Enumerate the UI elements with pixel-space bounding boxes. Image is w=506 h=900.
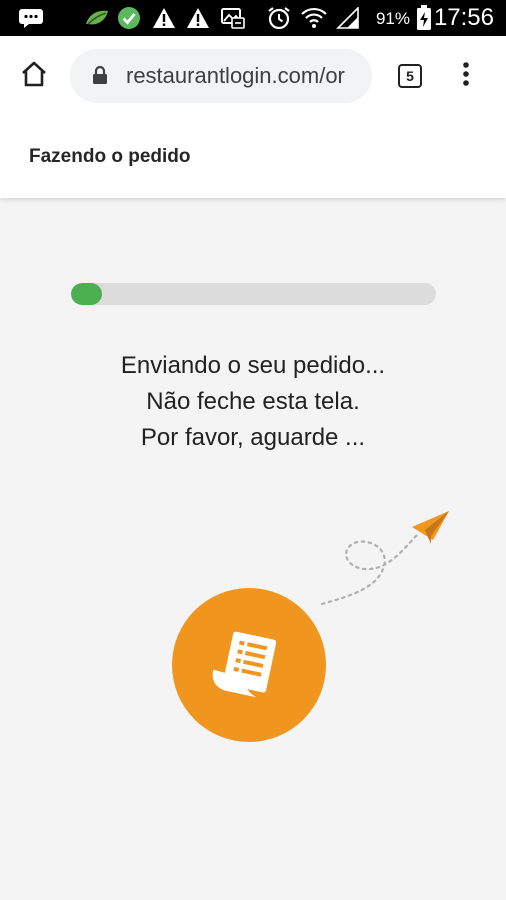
sending-illustration [0,500,506,760]
image-icon [220,7,246,29]
tab-switcher-button[interactable]: 5 [394,60,426,92]
message-line-do-not-close: Não feche esta tela. [146,388,360,415]
progress-bar [71,283,436,305]
warning-icon [152,7,176,29]
leaf-icon [84,7,110,29]
page-title: Fazendo o pedido [29,146,191,167]
alarm-icon [266,7,292,30]
more-vert-icon [462,61,470,92]
tabs-icon: 5 [398,64,422,88]
browser-menu-button[interactable] [450,58,482,94]
status-message: Enviando o seu pedido... Não feche esta … [0,348,506,456]
flight-path [320,532,420,606]
battery-percentage: 91% [375,9,410,28]
home-icon [20,60,48,93]
wifi-icon [300,7,328,29]
message-line-sending: Enviando o seu pedido... [120,352,386,379]
tab-count: 5 [406,68,414,84]
message-line-please-wait: Por favor, aguarde ... [140,424,366,451]
check-circle-icon [117,7,141,29]
page-header: Fazendo o pedido [0,116,506,198]
status-bar: 91% 17:56 [0,0,506,36]
url-text: restaurantlogin.com/or [126,63,345,88]
lock-icon [92,65,108,90]
receipt-icon [172,588,326,742]
home-button[interactable] [14,56,54,96]
address-bar[interactable]: restaurantlogin.com/or [70,49,372,103]
warning-icon [186,7,210,29]
browser-toolbar: restaurantlogin.com/or 5 [0,36,506,116]
chat-icon [18,7,44,29]
signal-icon [336,7,360,29]
battery-charging-icon [416,5,432,30]
progress-fill [71,283,102,305]
clock-time: 17:56 [433,4,494,31]
paper-plane-icon [412,511,449,544]
